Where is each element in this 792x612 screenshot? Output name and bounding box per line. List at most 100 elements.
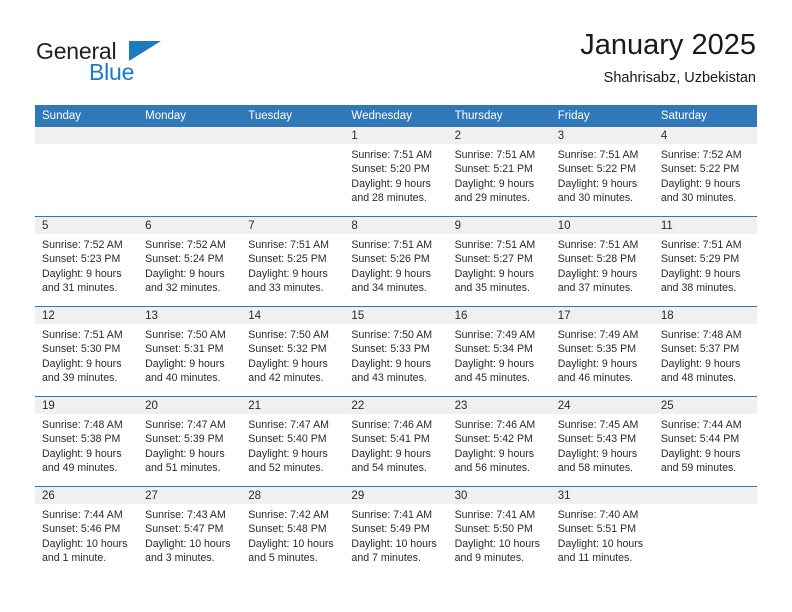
calendar-day-cell[interactable]: 27 Sunrise: 7:43 AM Sunset: 5:47 PM Dayligh… xyxy=(138,486,242,576)
day-cell-inner: 23 Sunrise: 7:46 AM Sunset: 5:42 PM Dayligh… xyxy=(447,397,551,486)
day-details: Sunrise: 7:50 AM Sunset: 5:33 PM Daylight:… xyxy=(344,324,447,385)
sunset-text: Sunset: 5:37 PM xyxy=(660,343,740,356)
calendar-day-cell[interactable]: 30 Sunrise: 7:41 AM Sunset: 5:50 PM Dayligh… xyxy=(447,486,551,576)
calendar-week-row: 5 Sunrise: 7:52 AM Sunset: 5:23 PM Daylight… xyxy=(35,216,757,307)
daylight-text: and 33 minutes. xyxy=(248,281,324,294)
calendar-day-cell[interactable]: 16 Sunrise: 7:49 AM Sunset: 5:34 PM Dayligh… xyxy=(447,306,551,397)
day-cell-inner: 17 Sunrise: 7:49 AM Sunset: 5:35 PM Dayligh… xyxy=(550,307,654,396)
sunset-text: Sunset: 5:30 PM xyxy=(42,343,121,356)
day-number xyxy=(35,127,139,144)
calendar-day-cell[interactable]: 31 Sunrise: 7:40 AM Sunset: 5:51 PM Dayligh… xyxy=(550,486,654,576)
daylight-text: Daylight: 9 hours xyxy=(557,267,638,280)
calendar-day-cell[interactable]: 5 Sunrise: 7:52 AM Sunset: 5:23 PM Daylight… xyxy=(35,216,139,307)
day-cell-inner: 3 Sunrise: 7:51 AM Sunset: 5:22 PM Daylight… xyxy=(550,127,654,216)
sunset-text: Sunset: 5:46 PM xyxy=(42,523,121,536)
calendar-day-cell[interactable]: 7 Sunrise: 7:51 AM Sunset: 5:25 PM Daylight… xyxy=(241,216,345,307)
sunset-text: Sunset: 5:35 PM xyxy=(557,343,637,356)
calendar-day-cell[interactable]: 17 Sunrise: 7:49 AM Sunset: 5:35 PM Dayligh… xyxy=(550,306,654,397)
day-number: 23 xyxy=(447,397,551,414)
calendar-day-cell[interactable]: 4 Sunrise: 7:52 AM Sunset: 5:22 PM Daylight… xyxy=(653,127,757,217)
calendar-day-cell[interactable]: 12 Sunrise: 7:51 AM Sunset: 5:30 PM Dayligh… xyxy=(35,306,139,397)
sunrise-text: Sunrise: 7:47 AM xyxy=(248,419,329,431)
day-cell-inner: 18 Sunrise: 7:48 AM Sunset: 5:37 PM Dayligh… xyxy=(653,307,757,396)
calendar-day-cell[interactable]: 2 Sunrise: 7:51 AM Sunset: 5:21 PM Daylight… xyxy=(447,127,551,217)
sunrise-text: Sunrise: 7:51 AM xyxy=(557,149,639,161)
sunrise-text: Sunrise: 7:48 AM xyxy=(660,329,742,341)
sunset-text: Sunset: 5:26 PM xyxy=(351,253,430,266)
sunrise-text: Sunrise: 7:49 AM xyxy=(454,329,536,341)
calendar-day-cell[interactable]: 14 Sunrise: 7:50 AM Sunset: 5:32 PM Dayligh… xyxy=(241,306,345,397)
day-cell-inner: 12 Sunrise: 7:51 AM Sunset: 5:30 PM Dayligh… xyxy=(35,307,139,396)
day-number: 29 xyxy=(344,487,448,504)
calendar-day-cell[interactable]: 18 Sunrise: 7:48 AM Sunset: 5:37 PM Dayligh… xyxy=(653,306,757,397)
daylight-text: and 31 minutes. xyxy=(42,281,118,294)
day-cell-inner: 10 Sunrise: 7:51 AM Sunset: 5:28 PM Dayligh… xyxy=(550,217,654,306)
day-details xyxy=(35,144,138,148)
sunset-text: Sunset: 5:25 PM xyxy=(248,253,327,266)
day-number: 31 xyxy=(550,487,654,504)
calendar-day-cell[interactable]: 28 Sunrise: 7:42 AM Sunset: 5:48 PM Dayligh… xyxy=(241,486,345,576)
calendar-day-cell[interactable]: 3 Sunrise: 7:51 AM Sunset: 5:22 PM Daylight… xyxy=(550,127,654,217)
daylight-text: Daylight: 9 hours xyxy=(660,357,741,370)
calendar-day-cell[interactable]: 23 Sunrise: 7:46 AM Sunset: 5:42 PM Dayligh… xyxy=(447,396,551,487)
sunrise-text: Sunrise: 7:48 AM xyxy=(42,419,123,431)
sunrise-text: Sunrise: 7:40 AM xyxy=(557,509,639,521)
sunrise-text: Sunrise: 7:51 AM xyxy=(454,239,536,251)
daylight-text: and 37 minutes. xyxy=(557,281,634,294)
daylight-text: and 3 minutes. xyxy=(145,551,215,564)
day-number: 3 xyxy=(550,127,654,144)
daylight-text: Daylight: 9 hours xyxy=(351,267,431,280)
calendar-day-cell[interactable]: 20 Sunrise: 7:47 AM Sunset: 5:39 PM Dayligh… xyxy=(138,396,242,487)
day-cell-inner: 24 Sunrise: 7:45 AM Sunset: 5:43 PM Dayligh… xyxy=(550,397,654,486)
day-cell-inner: 7 Sunrise: 7:51 AM Sunset: 5:25 PM Daylight… xyxy=(241,217,345,306)
calendar-day-cell[interactable]: 9 Sunrise: 7:51 AM Sunset: 5:27 PM Daylight… xyxy=(447,216,551,307)
daylight-text: and 56 minutes. xyxy=(454,461,530,474)
day-cell-inner: 6 Sunrise: 7:52 AM Sunset: 5:24 PM Daylight… xyxy=(138,217,242,306)
sunrise-text: Sunrise: 7:50 AM xyxy=(145,329,226,341)
day-cell-inner xyxy=(241,127,345,216)
calendar-day-cell[interactable]: 29 Sunrise: 7:41 AM Sunset: 5:49 PM Dayligh… xyxy=(344,486,448,576)
calendar-day-cell[interactable]: 21 Sunrise: 7:47 AM Sunset: 5:40 PM Dayligh… xyxy=(241,396,345,487)
calendar-body: 1 Sunrise: 7:51 AM Sunset: 5:20 PM Daylight… xyxy=(35,127,757,576)
day-details: Sunrise: 7:48 AM Sunset: 5:38 PM Daylight:… xyxy=(35,414,138,475)
calendar-week-row: 12 Sunrise: 7:51 AM Sunset: 5:30 PM Dayligh… xyxy=(35,306,757,397)
day-details: Sunrise: 7:50 AM Sunset: 5:31 PM Daylight:… xyxy=(138,324,241,385)
sunset-text: Sunset: 5:48 PM xyxy=(248,523,327,536)
day-number: 28 xyxy=(241,487,345,504)
calendar-day-cell[interactable]: 19 Sunrise: 7:48 AM Sunset: 5:38 PM Dayligh… xyxy=(35,396,139,487)
calendar-day-cell[interactable]: 15 Sunrise: 7:50 AM Sunset: 5:33 PM Dayligh… xyxy=(344,306,448,397)
calendar-day-cell[interactable]: 10 Sunrise: 7:51 AM Sunset: 5:28 PM Dayligh… xyxy=(550,216,654,307)
day-cell-inner: 30 Sunrise: 7:41 AM Sunset: 5:50 PM Dayligh… xyxy=(447,487,551,576)
calendar-day-cell[interactable]: 24 Sunrise: 7:45 AM Sunset: 5:43 PM Dayligh… xyxy=(550,396,654,487)
day-number: 26 xyxy=(35,487,139,504)
weekday-header-thursday: Thursday xyxy=(447,105,551,127)
daylight-text: Daylight: 9 hours xyxy=(145,357,225,370)
daylight-text: and 51 minutes. xyxy=(145,461,221,474)
calendar-day-cell[interactable]: 8 Sunrise: 7:51 AM Sunset: 5:26 PM Daylight… xyxy=(344,216,448,307)
logo-text-blue: Blue xyxy=(89,59,135,85)
day-number: 10 xyxy=(550,217,654,234)
day-number: 2 xyxy=(447,127,551,144)
calendar-day-cell[interactable]: 22 Sunrise: 7:46 AM Sunset: 5:41 PM Dayligh… xyxy=(344,396,448,487)
sunrise-text: Sunrise: 7:51 AM xyxy=(454,149,536,161)
calendar-day-cell[interactable]: 6 Sunrise: 7:52 AM Sunset: 5:24 PM Daylight… xyxy=(138,216,242,307)
sunset-text: Sunset: 5:29 PM xyxy=(660,253,740,266)
day-number: 22 xyxy=(344,397,448,414)
daylight-text: Daylight: 10 hours xyxy=(454,537,540,550)
calendar-day-cell[interactable]: 26 Sunrise: 7:44 AM Sunset: 5:46 PM Dayligh… xyxy=(35,486,139,576)
day-details: Sunrise: 7:51 AM Sunset: 5:21 PM Daylight:… xyxy=(448,144,551,205)
day-cell-inner: 8 Sunrise: 7:51 AM Sunset: 5:26 PM Daylight… xyxy=(344,217,448,306)
calendar-day-cell[interactable]: 13 Sunrise: 7:50 AM Sunset: 5:31 PM Dayligh… xyxy=(138,306,242,397)
calendar-week-row: 19 Sunrise: 7:48 AM Sunset: 5:38 PM Dayligh… xyxy=(35,396,757,487)
daylight-text: and 52 minutes. xyxy=(248,461,324,474)
sunset-text: Sunset: 5:20 PM xyxy=(351,163,430,176)
weekday-header-tuesday: Tuesday xyxy=(241,105,345,127)
sunrise-text: Sunrise: 7:51 AM xyxy=(248,239,329,251)
weekday-header-wednesday: Wednesday xyxy=(344,105,448,127)
daylight-text: and 54 minutes. xyxy=(351,461,427,474)
calendar-day-cell[interactable]: 1 Sunrise: 7:51 AM Sunset: 5:20 PM Daylight… xyxy=(344,127,448,217)
day-number: 4 xyxy=(653,127,757,144)
day-number xyxy=(241,127,345,144)
calendar-day-cell[interactable]: 11 Sunrise: 7:51 AM Sunset: 5:29 PM Dayligh… xyxy=(653,216,757,307)
calendar-day-cell[interactable]: 25 Sunrise: 7:44 AM Sunset: 5:44 PM Dayligh… xyxy=(653,396,757,487)
